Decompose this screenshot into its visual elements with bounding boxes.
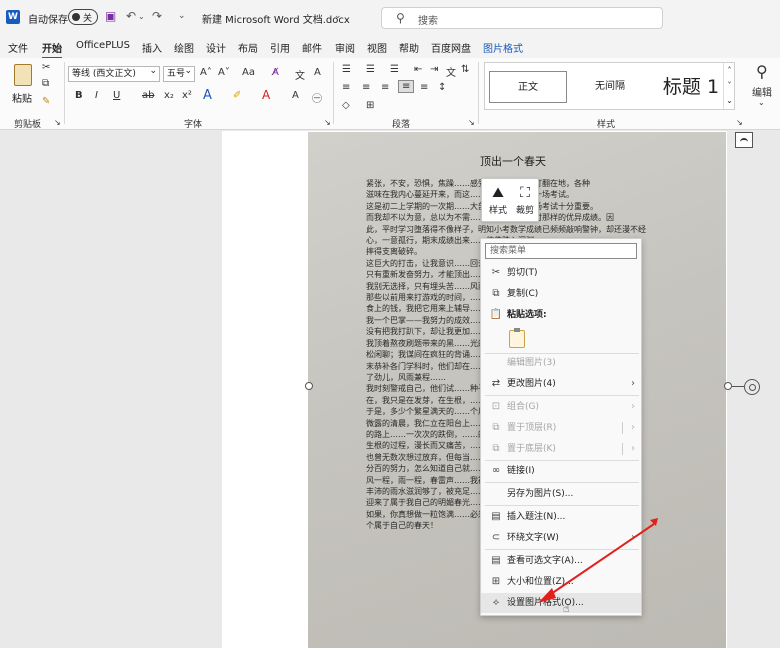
mouse-cursor-icon: ☝ — [563, 602, 570, 615]
arrow-line — [547, 523, 655, 597]
annotation-arrow — [538, 518, 658, 603]
arrow-head — [538, 588, 556, 603]
